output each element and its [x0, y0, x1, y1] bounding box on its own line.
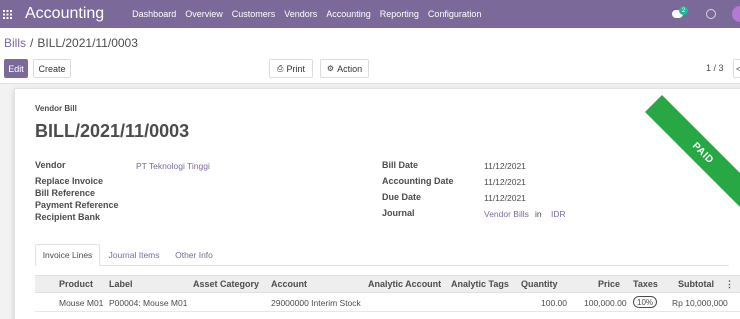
app-brand[interactable]: Accounting: [25, 5, 104, 23]
breadcrumb-separator: /: [30, 36, 34, 50]
edit-button[interactable]: Edit: [4, 59, 28, 78]
cell-product: Mouse M01: [59, 298, 104, 308]
top-navbar: Accounting Dashboard Overview Customers …: [0, 0, 740, 28]
chat-icon[interactable]: 2: [672, 6, 688, 21]
cell-taxes-badge: 10%: [633, 296, 658, 308]
recipient-bank-label: Recipient Bank: [35, 212, 101, 222]
vendor-label: Vendor: [35, 160, 66, 170]
menu-item-vendors[interactable]: Vendors: [284, 9, 317, 19]
document-type: Vendor Bill: [35, 104, 77, 113]
pager-counter: 1 / 3: [706, 63, 724, 73]
column-subtotal[interactable]: Subtotal: [678, 279, 714, 289]
activity-clock-icon[interactable]: [706, 9, 716, 19]
column-label[interactable]: Label: [109, 279, 133, 289]
payment-reference-label: Payment Reference: [35, 200, 119, 210]
page-title: BILL/2021/11/0003: [35, 121, 190, 141]
due-date-label: Due Date: [382, 192, 422, 202]
main-menu: Dashboard Overview Customers Vendors Acc…: [132, 9, 490, 19]
journal-link[interactable]: Vendor Bills: [484, 209, 529, 219]
menu-item-configuration[interactable]: Configuration: [428, 9, 482, 19]
breadcrumb: Bills / BILL/2021/11/0003: [4, 36, 138, 50]
pager-previous-button[interactable]: <: [733, 59, 740, 78]
print-button-label: Print: [286, 63, 305, 74]
tab-invoice-lines[interactable]: Invoice Lines: [35, 244, 100, 266]
notebook-tabs: Invoice Lines Journal Items Other Info: [35, 244, 729, 266]
vendor-link[interactable]: PT Teknologi Tinggi: [136, 161, 210, 171]
column-taxes[interactable]: Taxes: [633, 279, 658, 289]
cell-subtotal: Rp 10,000,000: [672, 298, 728, 308]
chat-count-badge: 2: [679, 6, 688, 15]
grid-icon[interactable]: [0, 0, 14, 28]
bill-date-value: 11/12/2021: [484, 161, 526, 171]
action-button[interactable]: ⚙ Action: [320, 59, 369, 78]
table-row[interactable]: Mouse M01 P00004: Mouse M01 29000000 Int…: [35, 294, 740, 312]
journal-currency-link[interactable]: IDR: [551, 209, 566, 219]
printer-icon: ⎙: [277, 63, 284, 73]
column-quantity[interactable]: Quantity: [521, 279, 558, 289]
paid-ribbon: PAID: [645, 95, 740, 211]
journal-in-text: in: [535, 209, 542, 219]
column-price[interactable]: Price: [598, 279, 620, 289]
accounting-date-value: 11/12/2021: [484, 177, 526, 187]
cell-quantity: 100.00: [541, 298, 567, 308]
due-date-value: 11/12/2021: [484, 193, 526, 203]
navbar-systray: 2: [672, 0, 740, 28]
gear-icon: ⚙: [326, 64, 335, 73]
cell-label: P00004: Mouse M01: [109, 298, 188, 308]
tab-other-info[interactable]: Other Info: [169, 244, 219, 266]
column-asset-category[interactable]: Asset Category: [193, 279, 259, 289]
bill-date-label: Bill Date: [382, 160, 419, 170]
invoice-lines-header: Product Label Asset Category Account Ana…: [35, 275, 740, 293]
menu-item-overview[interactable]: Overview: [185, 9, 223, 19]
column-settings-icon[interactable]: ⋮: [725, 279, 734, 290]
form-sheet: PAID Vendor Bill BILL/2021/11/0003 Vendo…: [14, 88, 740, 319]
column-product[interactable]: Product: [59, 279, 93, 289]
print-button[interactable]: ⎙ Print: [269, 59, 313, 78]
menu-item-accounting[interactable]: Accounting: [326, 9, 371, 19]
action-button-label: Action: [337, 63, 363, 74]
menu-item-reporting[interactable]: Reporting: [380, 9, 419, 19]
cell-price: 100,000.00: [584, 298, 627, 308]
cell-account: 29000000 Interim Stock: [271, 298, 361, 308]
column-analytic-tags[interactable]: Analytic Tags: [451, 279, 509, 289]
menu-item-customers[interactable]: Customers: [232, 9, 276, 19]
journal-label: Journal: [382, 208, 415, 218]
control-panel: Bills / BILL/2021/11/0003 Edit Create ⎙ …: [0, 28, 740, 84]
bill-reference-label: Bill Reference: [35, 188, 96, 198]
replace-invoice-label: Replace Invoice: [35, 176, 104, 186]
breadcrumb-current: BILL/2021/11/0003: [37, 36, 138, 50]
breadcrumb-bills-link[interactable]: Bills: [4, 36, 26, 50]
column-analytic-account[interactable]: Analytic Account: [368, 279, 441, 289]
column-account[interactable]: Account: [271, 279, 307, 289]
accounting-date-label: Accounting Date: [382, 176, 454, 186]
tab-journal-items[interactable]: Journal Items: [103, 244, 165, 266]
menu-item-dashboard[interactable]: Dashboard: [132, 9, 176, 19]
create-button[interactable]: Create: [33, 59, 71, 78]
user-avatar[interactable]: [732, 6, 740, 22]
